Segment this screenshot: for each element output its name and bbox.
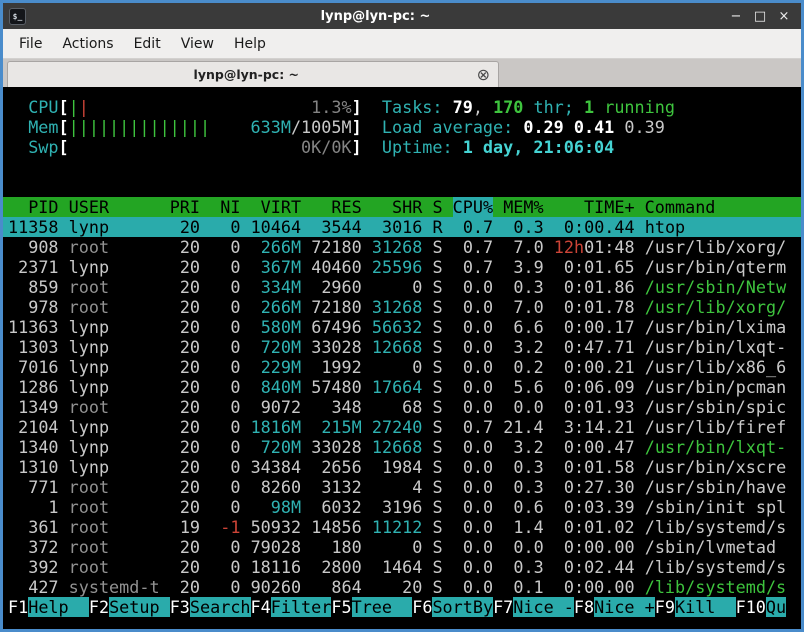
process-row[interactable]: 908 root 20 0 266M 72180 31268 S 0.7 7.0… xyxy=(8,237,801,257)
process-row[interactable]: 7016 lynp 20 0 229M 1992 0 S 0.0 0.2 0:0… xyxy=(8,357,801,377)
process-row[interactable]: 372 root 20 0 79028 180 0 S 0.0 0.0 0:00… xyxy=(8,537,801,557)
titlebar: $_ lynp@lyn-pc: ~ − □ × xyxy=(3,3,801,29)
terminal-app-icon: $_ xyxy=(9,8,26,25)
fbar-item-f2[interactable]: F2Setup xyxy=(89,597,170,617)
maximize-button[interactable]: □ xyxy=(749,6,771,26)
fkey-label: F7 xyxy=(493,597,513,617)
process-row[interactable]: 427 systemd-t 20 0 90260 864 20 S 0.0 0.… xyxy=(8,577,801,597)
process-row[interactable]: 1286 lynp 20 0 840M 57480 17664 S 0.0 5.… xyxy=(8,377,801,397)
process-row[interactable]: 392 root 20 0 18116 2800 1464 S 0.0 0.3 … xyxy=(8,557,801,577)
terminal-tab[interactable]: lynp@lyn-pc: ~ ⊗ xyxy=(7,61,499,87)
fkey-label: F10 xyxy=(736,597,766,617)
fbar-item-f3[interactable]: F3Search xyxy=(170,597,251,617)
process-row[interactable]: 1310 lynp 20 0 34384 2656 1984 S 0.0 0.3… xyxy=(8,457,801,477)
process-row[interactable]: 1349 root 20 0 9072 348 68 S 0.0 0.0 0:0… xyxy=(8,397,801,417)
menu-item-view[interactable]: View xyxy=(171,32,224,56)
fkey-label: F2 xyxy=(89,597,109,617)
process-row[interactable]: 361 root 19 -1 50932 14856 11212 S 0.0 1… xyxy=(8,517,801,537)
fkey-label: F5 xyxy=(331,597,351,617)
fbar-item-f5[interactable]: F5Tree xyxy=(331,597,412,617)
menu-item-edit[interactable]: Edit xyxy=(124,32,171,56)
process-row[interactable]: 11363 lynp 20 0 580M 67496 56632 S 0.0 6… xyxy=(8,317,801,337)
fbar-item-f9[interactable]: F9Kill xyxy=(655,597,736,617)
blank-line xyxy=(8,157,801,177)
tab-close-icon[interactable]: ⊗ xyxy=(477,67,490,83)
process-row[interactable]: 771 root 20 0 8260 3132 4 S 0.0 0.3 0:27… xyxy=(8,477,801,497)
column-header-shr[interactable]: SHR xyxy=(372,197,423,217)
fbar-item-f8[interactable]: F8Nice + xyxy=(574,597,655,617)
function-bar: F1Help F2Setup F3SearchF4FilterF5Tree F6… xyxy=(8,597,801,617)
mem-meter-line: Mem[|||||||||||||| 633M/1005M] Load aver… xyxy=(8,117,801,137)
process-row[interactable]: 2371 lynp 20 0 367M 40460 25596 S 0.7 3.… xyxy=(8,257,801,277)
process-row[interactable]: 2104 lynp 20 0 1816M 215M 27240 S 0.7 21… xyxy=(8,417,801,437)
process-row[interactable]: 1340 lynp 20 0 720M 33028 12668 S 0.0 3.… xyxy=(8,437,801,457)
terminal-screen[interactable]: CPU[|| 1.3%] Tasks: 79, 170 thr; 1 runni… xyxy=(3,87,801,629)
blank-line xyxy=(8,177,801,197)
fkey-label: F3 xyxy=(170,597,190,617)
column-header-cpu[interactable]: CPU% xyxy=(453,197,493,217)
table-header: PID USER PRI NI VIRT RES SHR S CPU% MEM%… xyxy=(3,197,801,217)
column-header-ni[interactable]: NI xyxy=(210,197,240,217)
fbar-item-f4[interactable]: F4Filter xyxy=(251,597,332,617)
window-title: lynp@lyn-pc: ~ xyxy=(26,9,725,24)
cpu-meter-line: CPU[|| 1.3%] Tasks: 79, 170 thr; 1 runni… xyxy=(8,97,801,117)
process-row[interactable]: 978 root 20 0 266M 72180 31268 S 0.0 7.0… xyxy=(8,297,801,317)
column-header-time+[interactable]: TIME+ xyxy=(554,197,635,217)
column-header-virt[interactable]: VIRT xyxy=(251,197,302,217)
menu-item-file[interactable]: File xyxy=(9,32,52,56)
minimize-button[interactable]: − xyxy=(725,6,747,26)
fkey-label: F8 xyxy=(574,597,594,617)
column-header-pri[interactable]: PRI xyxy=(170,197,200,217)
column-header-pid[interactable]: PID xyxy=(8,197,59,217)
fbar-item-f7[interactable]: F7Nice - xyxy=(493,597,574,617)
column-header-res[interactable]: RES xyxy=(311,197,362,217)
menu-bar: FileActionsEditViewHelp xyxy=(3,29,801,59)
fbar-item-f1[interactable]: F1Help xyxy=(8,597,89,617)
close-button[interactable]: × xyxy=(773,6,795,26)
process-row[interactable]: 1 root 20 0 98M 6032 3196 S 0.0 0.6 0:03… xyxy=(8,497,801,517)
window-controls: − □ × xyxy=(725,6,795,26)
fbar-item-f6[interactable]: F6SortBy xyxy=(412,597,493,617)
fkey-label: F6 xyxy=(412,597,432,617)
menu-item-actions[interactable]: Actions xyxy=(52,32,123,56)
tab-bar: lynp@lyn-pc: ~ ⊗ xyxy=(3,59,801,87)
process-row[interactable]: 859 root 20 0 334M 2960 0 S 0.0 0.3 0:01… xyxy=(8,277,801,297)
fkey-label: F1 xyxy=(8,597,28,617)
column-header-command[interactable]: Command xyxy=(645,197,716,217)
tab-title: lynp@lyn-pc: ~ xyxy=(16,67,477,82)
column-header-user[interactable]: USER xyxy=(69,197,160,217)
fbar-item-f10[interactable]: F10Qu xyxy=(736,597,787,617)
swap-meter-line: Swp[ 0K/0K] Uptime: 1 day, 21:06:04 xyxy=(8,137,801,157)
process-row[interactable]: 1303 lynp 20 0 720M 33028 12668 S 0.0 3.… xyxy=(8,337,801,357)
fkey-label: F9 xyxy=(655,597,675,617)
process-row[interactable]: 11358 lynp 20 0 10464 3544 3016 R 0.7 0.… xyxy=(3,217,801,237)
menu-item-help[interactable]: Help xyxy=(224,32,276,56)
column-header-s[interactable]: S xyxy=(432,197,442,217)
fkey-label: F4 xyxy=(251,597,271,617)
column-header-mem[interactable]: MEM% xyxy=(503,197,543,217)
terminal-window: $_ lynp@lyn-pc: ~ − □ × FileActionsEditV… xyxy=(0,0,804,632)
